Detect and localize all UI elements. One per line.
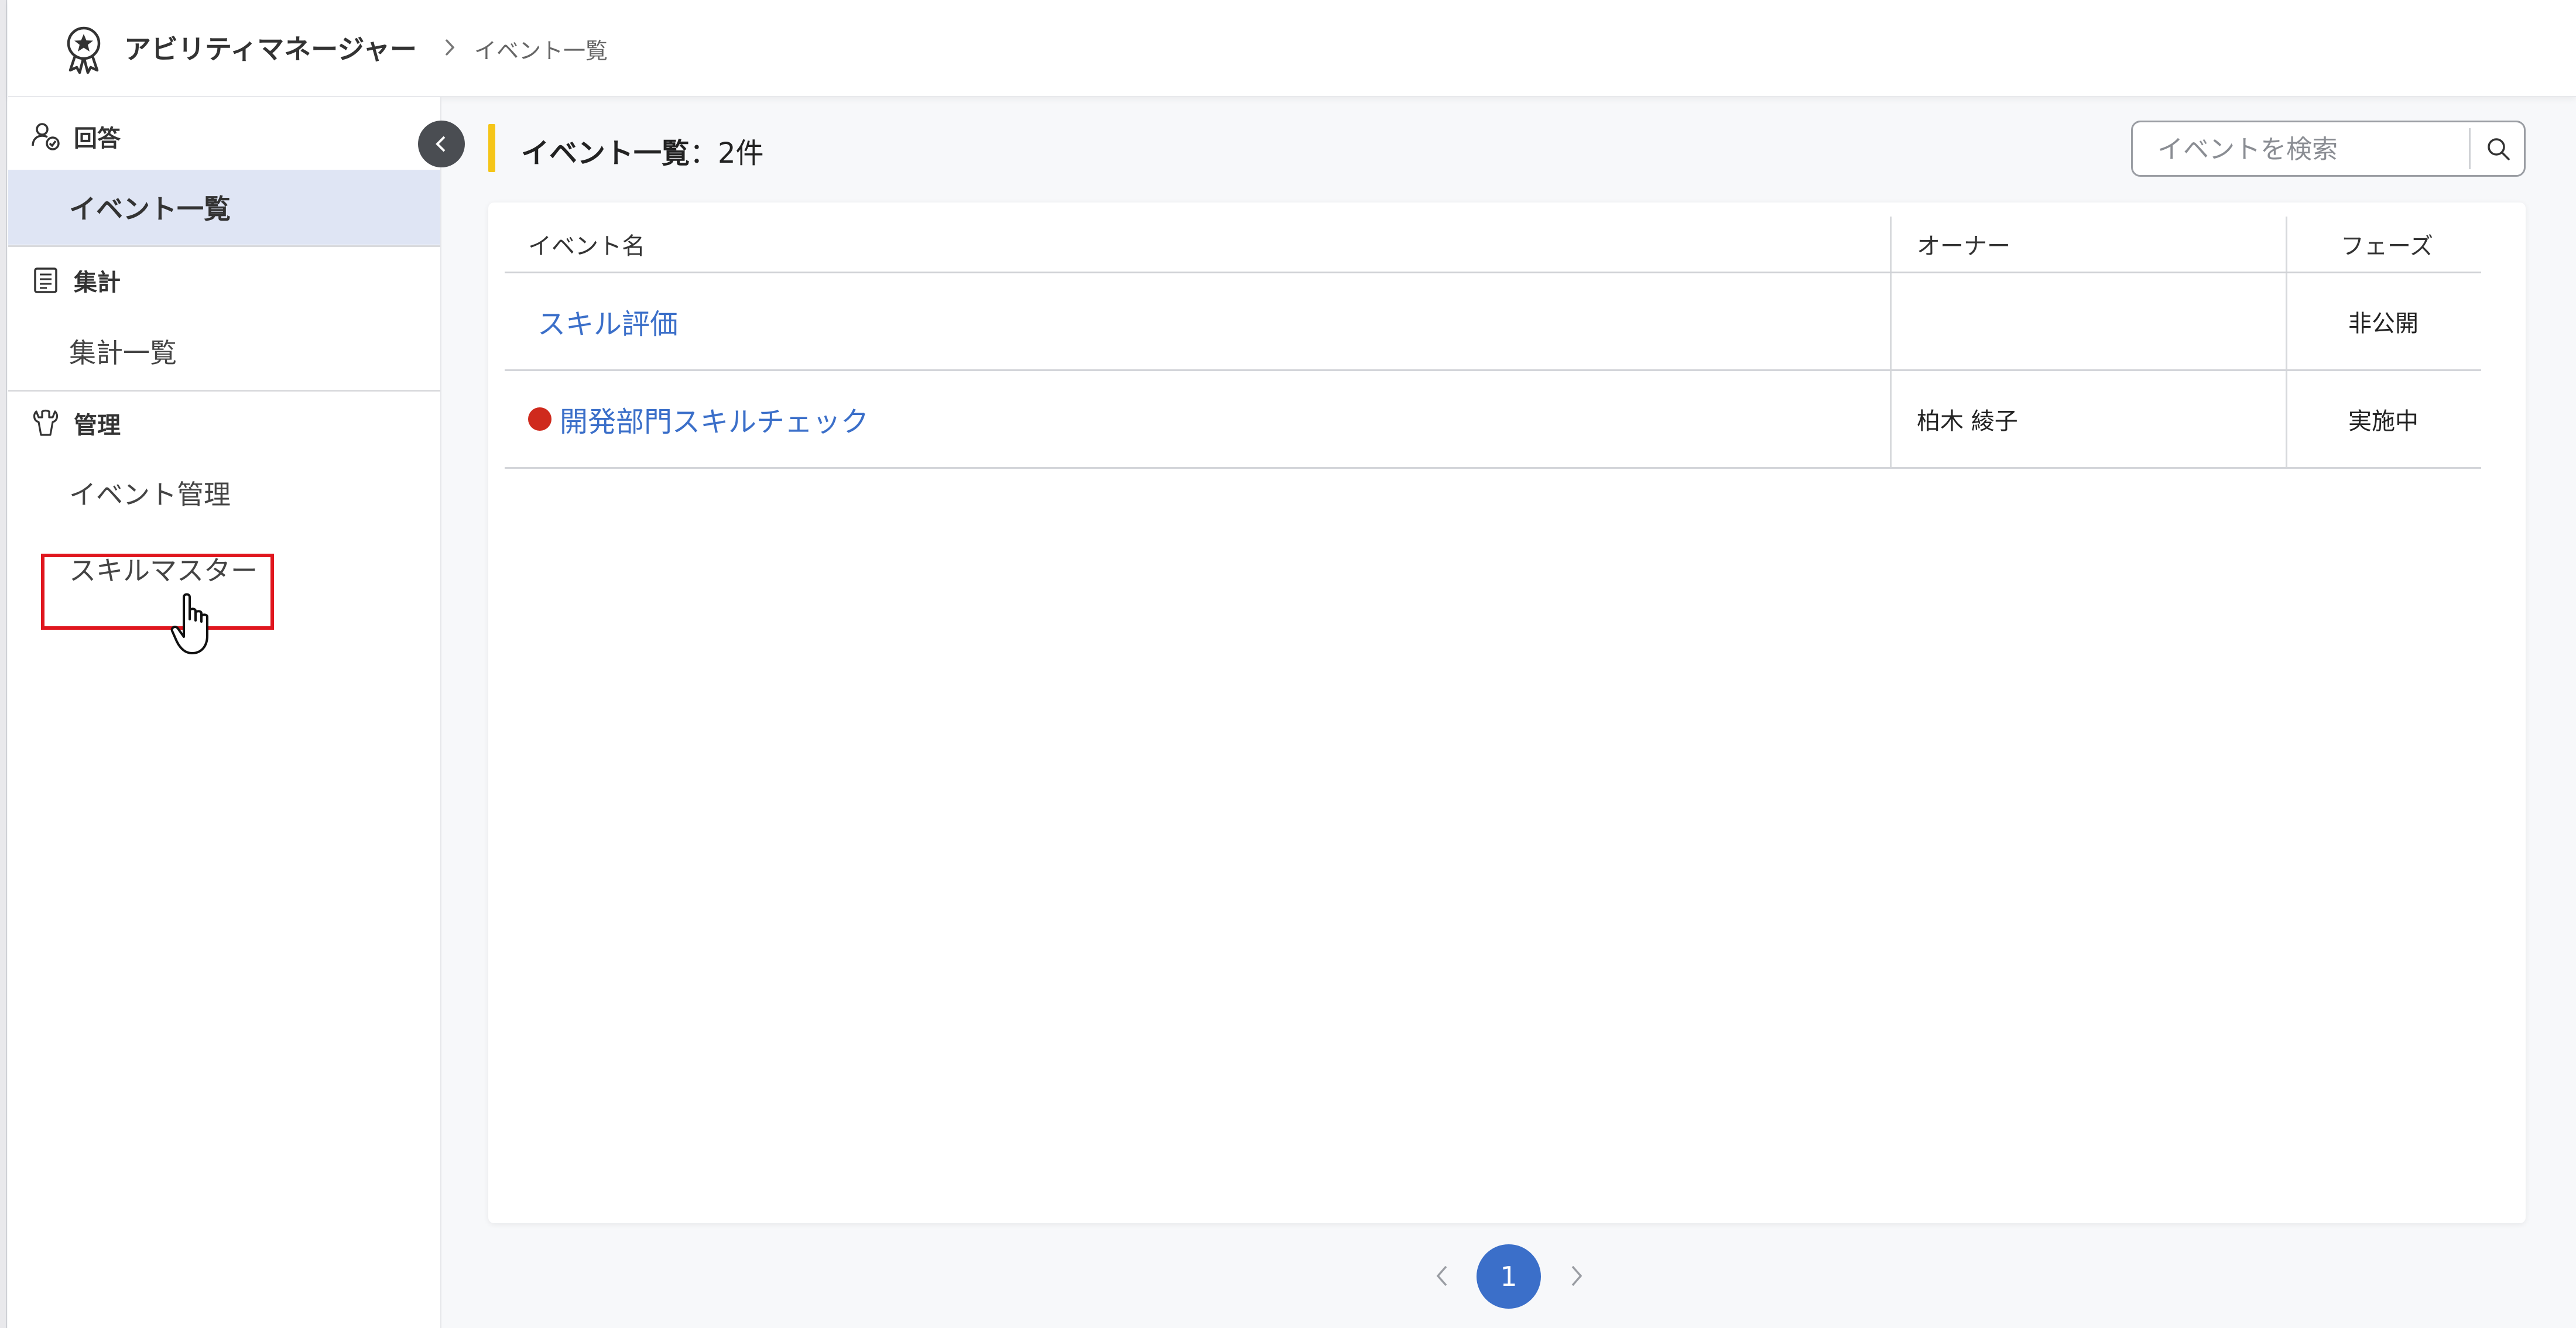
table-header: イベント名 オーナー フェーズ	[505, 217, 2481, 273]
column-header-phase[interactable]: フェーズ	[2341, 227, 2433, 261]
column-divider	[1890, 217, 1892, 272]
search-button[interactable]	[2475, 128, 2522, 169]
highlight-annotation	[41, 554, 274, 630]
search-input[interactable]	[2156, 131, 2463, 168]
sidebar-item-event-management[interactable]: イベント管理	[8, 455, 440, 530]
phase-cell: 実施中	[2348, 408, 2419, 435]
pagination-next-button[interactable]	[1558, 1257, 1594, 1295]
page-title: イベント一覧：2件	[521, 130, 764, 171]
title-accent-bar	[488, 124, 495, 172]
chevron-left-icon	[1436, 1265, 1447, 1286]
table-row: 開発部門スキルチェック 柏木 綾子 実施中	[505, 371, 2481, 469]
page-title-count: ：2件	[690, 137, 764, 170]
sidebar: 回答 イベント一覧 集計 集計一覧 管理 イベント管理 スキルマスター	[8, 97, 441, 1328]
search-icon	[2488, 138, 2510, 160]
person-check-icon	[32, 123, 60, 150]
app-header: アビリティマネージャー イベント一覧	[8, 0, 2576, 97]
sidebar-section-answer: 回答	[29, 116, 121, 157]
sidebar-item-label: イベント一覧	[69, 193, 231, 225]
sidebar-item-summary-list[interactable]: 集計一覧	[8, 314, 440, 389]
sidebar-item-event-list[interactable]: イベント一覧	[8, 170, 440, 245]
award-badge-icon	[67, 26, 101, 74]
column-divider	[1890, 371, 1892, 467]
window-edge	[0, 0, 7, 1328]
pagination-prev-button[interactable]	[1425, 1257, 1460, 1295]
sidebar-section-title: 集計	[74, 269, 121, 296]
chevron-right-icon	[1571, 1265, 1582, 1286]
chevron-left-icon	[436, 136, 446, 152]
column-header-event-name[interactable]: イベント名	[528, 227, 645, 261]
sidebar-item-label: 集計一覧	[69, 337, 177, 369]
event-name-cell: 開発部門スキルチェック	[528, 371, 869, 467]
sidebar-divider	[8, 245, 440, 247]
sidebar-section-title: 管理	[74, 412, 121, 439]
event-table-card: イベント名 オーナー フェーズ スキル評価 非公開 開発部門スキルチェック 柏木…	[488, 203, 2526, 1223]
event-name-cell: スキル評価	[537, 273, 678, 369]
table-row: スキル評価 非公開	[505, 273, 2481, 371]
sidebar-collapse-button[interactable]	[418, 121, 465, 167]
app-title[interactable]: アビリティマネージャー	[124, 28, 417, 67]
sidebar-item-label: イベント管理	[69, 479, 231, 510]
breadcrumb-current: イベント一覧	[474, 38, 608, 64]
event-name-link[interactable]: 開発部門スキルチェック	[560, 399, 869, 440]
column-header-owner[interactable]: オーナー	[1917, 227, 2010, 261]
column-divider	[2286, 217, 2287, 272]
sidebar-section-title: 回答	[74, 125, 121, 152]
column-divider	[1890, 273, 1892, 369]
list-document-icon	[34, 267, 57, 293]
sidebar-divider	[8, 390, 440, 392]
sidebar-section-admin: 管理	[29, 403, 121, 444]
event-table: イベント名 オーナー フェーズ スキル評価 非公開 開発部門スキルチェック 柏木…	[505, 217, 2481, 469]
event-name-link[interactable]: スキル評価	[537, 301, 678, 342]
status-dot-icon	[528, 407, 551, 431]
owner-cell: 柏木 綾子	[1917, 408, 2018, 435]
sidebar-section-summary: 集計	[29, 260, 121, 301]
pagination-page-1[interactable]: 1	[1477, 1244, 1541, 1309]
search-divider	[2469, 128, 2471, 169]
wrench-icon	[33, 409, 59, 436]
page-title-text: イベント一覧	[521, 137, 690, 170]
chevron-right-icon	[445, 39, 455, 56]
phase-cell: 非公開	[2348, 310, 2419, 337]
hand-pointer-icon	[170, 593, 208, 654]
search-box	[2131, 121, 2526, 177]
